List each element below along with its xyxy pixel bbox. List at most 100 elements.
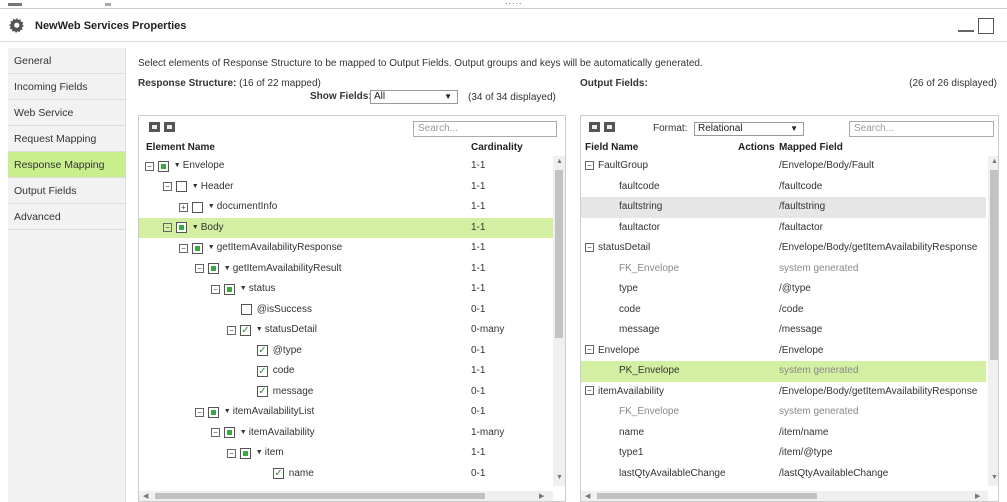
output-field-row[interactable]: − statusDetail/Envelope/Body/getItemAvail… [581,238,986,259]
scrollbar-thumb[interactable] [990,170,998,360]
sidebar-item-incoming-fields[interactable]: Incoming Fields [8,74,125,100]
horizontal-scrollbar[interactable]: ◀ ▶ [581,491,988,501]
tree-row[interactable]: @isSuccess 0-1 [139,300,565,321]
scroll-up-icon[interactable]: ▲ [991,158,998,165]
select-checkbox[interactable] [176,181,187,192]
sidebar-item-general[interactable]: General [8,48,125,74]
horizontal-scrollbar[interactable]: ◀ ▶ [139,491,553,501]
collapse-icon[interactable]: − [179,243,188,253]
tree-row[interactable]: ✓ @type 0-1 [139,341,565,362]
tree-row[interactable]: + ▼ documentInfo 1-1 [139,197,565,218]
scroll-right-icon[interactable]: ▶ [539,492,544,500]
output-field-row[interactable]: − FaultGroup/Envelope/Body/Fault [581,156,986,177]
scroll-left-icon[interactable]: ◀ [143,492,148,500]
scroll-down-icon[interactable]: ▼ [556,474,563,481]
select-checkbox[interactable] [208,406,219,418]
collapse-icon[interactable]: − [585,160,594,170]
expand-all-icon[interactable] [149,122,160,132]
tree-row[interactable]: − ▼ item 1-1 [139,443,565,464]
element-name: documentInfo [216,201,278,212]
tree-row[interactable]: ✓ name 0-1 [139,464,565,485]
cardinality-value: 0-1 [471,406,486,417]
format-select[interactable]: Relational ▼ [694,122,804,136]
element-name: itemAvailabilityList [232,406,315,417]
output-field-row[interactable]: message/message [581,320,986,341]
tree-row[interactable]: − ▼ status 1-1 [139,279,565,300]
select-checkbox[interactable] [241,304,252,315]
select-checkbox[interactable] [176,222,187,233]
select-checkbox[interactable]: ✓ [257,386,268,397]
collapse-icon[interactable]: − [163,182,172,191]
tree-row[interactable]: − ▼ getItemAvailabilityResult 1-1 [139,259,565,280]
sidebar-item-output-fields[interactable]: Output Fields [8,178,125,204]
tree-row[interactable]: ✓ message 0-1 [139,382,565,403]
sidebar-item-advanced[interactable]: Advanced [8,204,125,230]
output-field-row[interactable]: − itemAvailability/Envelope/Body/getItemA… [581,382,986,403]
tree-row[interactable]: − ▼ itemAvailabilityList 0-1 [139,402,565,423]
output-field-row[interactable]: type1/item/@type [581,443,986,464]
expand-all-icon[interactable] [589,122,600,132]
select-checkbox[interactable] [192,201,203,213]
response-search-input[interactable]: Search... [413,121,557,137]
output-field-row[interactable]: name/item/name [581,423,986,444]
collapse-icon[interactable]: − [585,386,594,396]
scroll-right-icon[interactable]: ▶ [975,492,980,500]
sidebar-item-request-mapping[interactable]: Request Mapping [8,126,125,152]
select-checkbox[interactable] [240,447,251,459]
output-field-row[interactable]: PK_Envelope system generated [581,361,986,382]
collapse-icon[interactable]: − [227,448,236,458]
select-checkbox[interactable] [224,283,235,295]
collapse-icon[interactable]: − [145,161,154,171]
select-checkbox[interactable]: ✓ [273,468,284,479]
tree-row[interactable]: − ▼ itemAvailability 1-many [139,423,565,444]
collapse-icon[interactable]: − [163,223,172,232]
select-checkbox[interactable] [192,242,203,254]
sidebar-item-web-service[interactable]: Web Service [8,100,125,126]
collapse-icon[interactable]: − [211,284,220,294]
output-field-row[interactable]: faultcode/faultcode [581,177,986,198]
output-search-input[interactable]: Search... [849,121,994,137]
output-field-row[interactable]: type /@type [581,279,986,300]
expand-icon[interactable]: + [179,202,188,212]
vertical-scrollbar[interactable]: ▲ ▼ [553,156,565,486]
vertical-scrollbar[interactable]: ▲ ▼ [988,156,998,486]
scrollbar-thumb[interactable] [155,493,485,499]
minimize-button[interactable] [958,30,974,32]
tree-row[interactable]: − ▼ Header 1-1 [139,177,565,198]
tree-row[interactable]: − ▼ getItemAvailabilityResponse 1-1 [139,238,565,259]
select-checkbox[interactable]: ✓ [240,324,251,336]
select-checkbox[interactable] [208,263,219,274]
collapse-all-icon[interactable] [164,122,175,132]
output-field-row[interactable]: lastQtyAvailableChange/lastQtyAvailableC… [581,464,986,485]
collapse-icon[interactable]: − [195,407,204,417]
scroll-left-icon[interactable]: ◀ [585,492,590,500]
collapse-icon[interactable]: − [227,325,236,335]
output-field-row[interactable]: FK_Envelope system generated [581,402,986,423]
scrollbar-thumb[interactable] [597,493,817,499]
collapse-icon[interactable]: − [585,242,594,252]
scrollbar-thumb[interactable] [555,170,563,338]
maximize-button[interactable] [978,18,994,34]
select-checkbox[interactable] [224,427,235,438]
output-field-row[interactable]: faultstring/faultstring [581,197,986,218]
select-checkbox[interactable] [158,160,169,172]
sidebar-item-response-mapping[interactable]: Response Mapping [8,152,125,178]
tree-row[interactable]: − ▼ Body 1-1 [139,217,565,238]
scroll-down-icon[interactable]: ▼ [991,474,998,481]
output-field-row[interactable]: faultactor/faultactor [581,218,986,239]
collapse-icon[interactable]: − [585,345,594,355]
output-field-row[interactable]: − Envelope/Envelope [581,341,986,362]
tree-row[interactable]: − ✓ ▼ statusDetail 0-many [139,320,565,341]
scroll-up-icon[interactable]: ▲ [556,158,563,165]
collapse-all-icon[interactable] [604,122,615,132]
tree-row[interactable]: − ▼ Envelope 1-1 [139,156,565,177]
select-checkbox[interactable]: ✓ [257,365,268,377]
output-field-row[interactable]: code/code [581,300,986,321]
tree-row[interactable]: ✓ code 1-1 [139,361,565,382]
collapse-icon[interactable]: − [195,264,204,273]
select-checkbox[interactable]: ✓ [257,345,268,356]
output-field-row[interactable]: FK_Envelope system generated [581,259,986,280]
collapse-icon[interactable]: − [211,428,220,437]
stub-mark [105,3,111,6]
show-fields-select[interactable]: All ▼ [370,90,458,104]
